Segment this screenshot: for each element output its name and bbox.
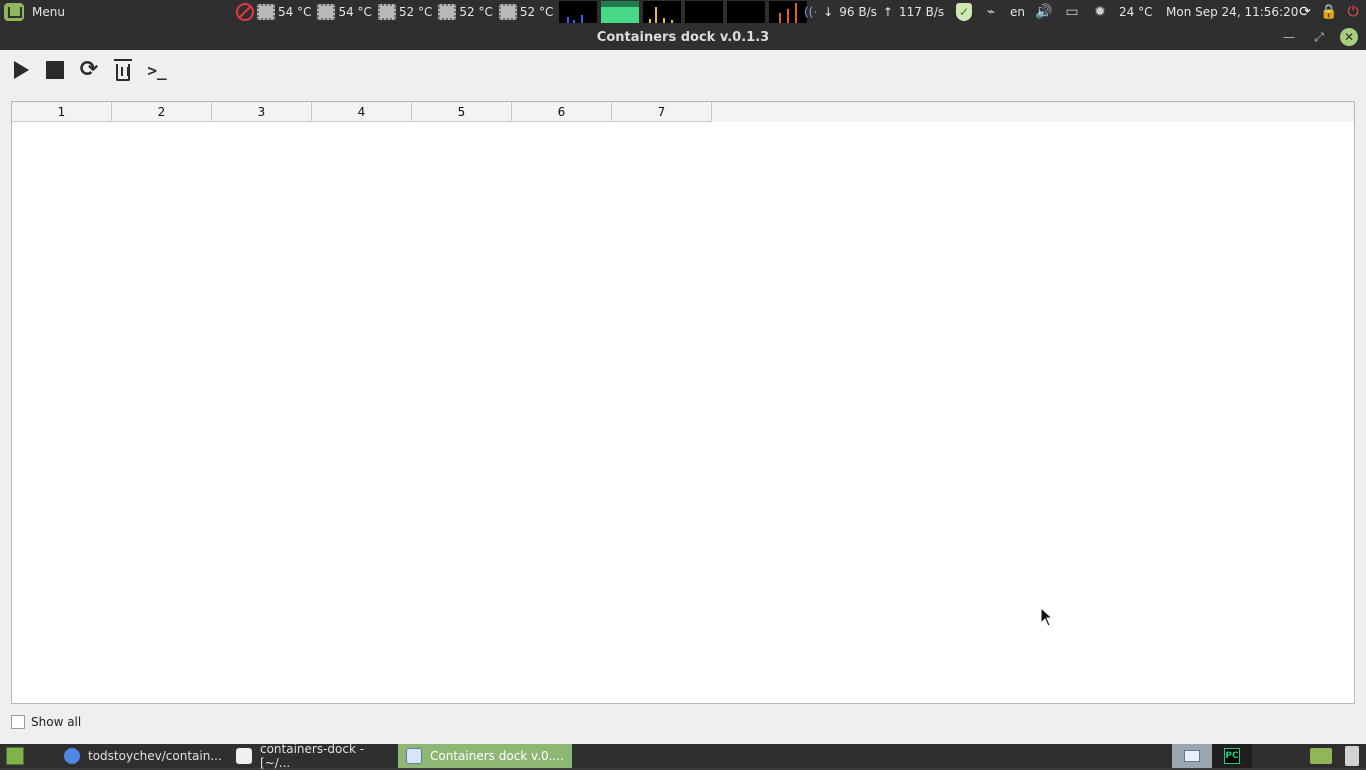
minimize-button[interactable]: — <box>1280 28 1298 46</box>
task-label: Containers dock v.0.... <box>430 749 564 763</box>
memory-graph[interactable] <box>601 1 640 23</box>
taskbar-item-chrome[interactable]: todstoychev/contain... <box>56 744 230 768</box>
load-graph[interactable] <box>727 1 766 23</box>
show-all-checkbox[interactable] <box>11 715 25 729</box>
column-header-3[interactable]: 3 <box>212 102 312 122</box>
sensors-applet[interactable]: 54 °C 54 °C 52 °C 52 °C 52 °C <box>236 0 811 24</box>
column-header-7[interactable]: 7 <box>612 102 712 122</box>
weather-temp[interactable]: 24 °C <box>1119 5 1152 19</box>
net-up-speed: 117 B/s <box>898 5 945 19</box>
task-label: containers-dock - [~/... <box>259 742 365 770</box>
volume-icon[interactable]: 🔊 <box>1035 3 1053 21</box>
cpu-chip-icon <box>438 4 457 20</box>
stop-button[interactable] <box>42 58 68 82</box>
keyboard-layout[interactable]: en <box>1010 5 1025 19</box>
disk-graph[interactable] <box>769 1 808 23</box>
temp-sensor-1: 54 °C <box>257 4 311 20</box>
taskbar-item-pycharm-project[interactable]: containers-dock - [~/... <box>228 742 398 770</box>
temp-sensor-5: 52 °C <box>498 4 553 20</box>
workspace-1[interactable] <box>1172 744 1212 768</box>
power-icon[interactable]: ⏻ <box>1344 3 1362 21</box>
trash-bin-icon[interactable] <box>1345 746 1359 766</box>
sensor-alert-icon <box>236 3 254 21</box>
clock[interactable]: Mon Sep 24, 11:56:20 <box>1166 0 1298 24</box>
cpu-chip-icon <box>257 4 275 20</box>
cpu-chip-icon <box>377 4 396 20</box>
column-header-5[interactable]: 5 <box>412 102 512 122</box>
net-down-speed: 96 B/s <box>839 5 877 19</box>
temp-sensor-4: 52 °C <box>438 4 493 20</box>
files-folder-icon[interactable] <box>1310 748 1332 764</box>
remove-button[interactable] <box>110 58 136 82</box>
refresh-icon: ⟳ <box>79 57 99 82</box>
restart-button[interactable]: ⟳ <box>76 58 102 82</box>
task-label: todstoychev/contain... <box>88 749 222 763</box>
show-desktop-button[interactable] <box>6 747 24 765</box>
top-panel: Menu 54 °C 54 °C 52 °C 52 °C 52 °C ((· ↓… <box>0 0 1366 24</box>
column-header-2[interactable]: 2 <box>112 102 212 122</box>
close-button[interactable]: ✕ <box>1340 28 1358 46</box>
download-icon: ↓ <box>823 5 834 19</box>
taskbar-item-containers-dock[interactable]: Containers dock v.0.... <box>398 744 572 768</box>
system-tray: ✓ ⌁ en 🔊 ▭ ✹ 24 °C <box>956 0 1152 24</box>
window-titlebar[interactable]: Containers dock v.0.1.3 — ⤢ ✕ <box>0 24 1366 50</box>
table-header: 1 2 3 4 5 6 7 <box>12 102 712 122</box>
editor-icon <box>236 748 252 764</box>
battery-icon[interactable]: ▭ <box>1063 3 1081 21</box>
terminal-icon: >_ <box>147 60 167 80</box>
menu-label: Menu <box>32 5 65 19</box>
net-graph[interactable] <box>685 1 724 23</box>
window-icon <box>406 748 422 764</box>
cpu-chip-icon <box>498 4 517 20</box>
lock-icon[interactable]: 🔒 <box>1320 3 1338 21</box>
stop-icon <box>46 61 64 79</box>
wifi-icon: ((· <box>804 5 818 19</box>
app-window: ⟳ >_ 1 2 3 4 5 6 7 Show all <box>0 50 1366 744</box>
mint-logo-icon <box>4 3 24 21</box>
network-cable-icon[interactable]: ⌁ <box>982 3 1000 21</box>
bottom-panel: todstoychev/contain... containers-dock -… <box>0 742 1366 770</box>
pycharm-icon: PC <box>1224 748 1240 764</box>
workspace-switcher: PC <box>1172 744 1252 768</box>
containers-table[interactable]: 1 2 3 4 5 6 7 <box>11 101 1355 704</box>
toolbar: ⟳ >_ <box>8 58 170 82</box>
play-icon <box>13 61 29 79</box>
column-header-6[interactable]: 6 <box>512 102 612 122</box>
temp-sensor-3: 52 °C <box>377 4 432 20</box>
start-button[interactable] <box>8 58 34 82</box>
maximize-button[interactable]: ⤢ <box>1310 28 1328 46</box>
swap-graph[interactable] <box>643 1 682 23</box>
workspace-2[interactable]: PC <box>1212 744 1252 768</box>
window-thumb-icon <box>1184 750 1200 762</box>
chrome-icon <box>64 748 80 764</box>
table-header-filler <box>712 102 1354 122</box>
network-speed-applet[interactable]: ((· ↓ 96 B/s ↑ 117 B/s <box>804 0 944 24</box>
update-shield-icon[interactable]: ✓ <box>956 3 972 21</box>
window-title: Containers dock v.0.1.3 <box>596 30 770 45</box>
cpu-chip-icon <box>317 4 336 20</box>
column-header-1[interactable]: 1 <box>12 102 112 122</box>
upload-icon: ↑ <box>882 5 893 19</box>
cpu-graph[interactable] <box>559 1 598 23</box>
menu-button[interactable]: Menu <box>0 0 73 24</box>
temp-sensor-2: 54 °C <box>317 4 372 20</box>
trash-icon <box>114 58 132 81</box>
restart-icon[interactable]: ⟳ <box>1296 3 1314 21</box>
show-all-toggle[interactable]: Show all <box>11 714 81 730</box>
column-header-4[interactable]: 4 <box>312 102 412 122</box>
terminal-button[interactable]: >_ <box>144 58 170 82</box>
session-buttons: ⟳ 🔒 ⏻ <box>1296 0 1362 24</box>
weather-icon[interactable]: ✹ <box>1091 3 1109 21</box>
show-all-label: Show all <box>31 715 82 729</box>
